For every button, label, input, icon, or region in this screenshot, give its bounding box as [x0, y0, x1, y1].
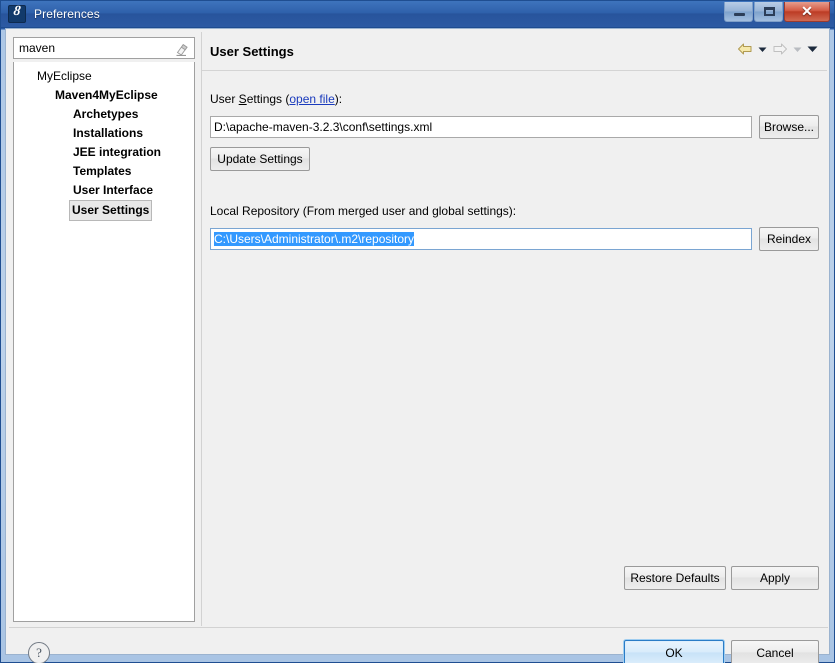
sidebar-item-label: User Settings: [69, 200, 153, 221]
preferences-dialog: Preferences ✕: [0, 0, 835, 663]
cancel-button[interactable]: Cancel: [731, 640, 819, 663]
footer-separator: [9, 627, 828, 628]
forward-arrow-icon: [771, 41, 789, 57]
sidebar-item-label: Archetypes: [73, 107, 139, 121]
window-title: Preferences: [34, 7, 100, 21]
open-file-link[interactable]: open file: [289, 92, 334, 106]
sidebar-item-label: Installations: [73, 126, 144, 140]
myeclipse-logo-icon: [8, 5, 26, 23]
minimize-icon: [734, 13, 745, 16]
maximize-button[interactable]: [754, 2, 783, 22]
sidebar-item-myeclipse[interactable]: MyEclipse: [14, 67, 194, 86]
restore-defaults-button[interactable]: Restore Defaults: [624, 566, 726, 590]
window-controls: ✕: [723, 2, 830, 25]
close-button[interactable]: ✕: [784, 2, 830, 22]
help-button[interactable]: ?: [28, 642, 50, 663]
sidebar-item-label: Maven4MyEclipse: [55, 88, 158, 102]
user-settings-label-prefix: User: [210, 92, 239, 106]
sidebar-item-label: User Interface: [73, 183, 154, 197]
sidebar-item-archetypes[interactable]: Archetypes: [14, 105, 194, 124]
filter-box[interactable]: [13, 37, 195, 59]
local-repository-value: C:\Users\Administrator\.m2\repository: [214, 232, 415, 246]
user-settings-path-input[interactable]: D:\apache-maven-3.2.3\conf\settings.xml: [210, 116, 752, 138]
user-settings-label-suffix: ):: [334, 92, 343, 106]
view-menu-chevron-down-icon[interactable]: [806, 44, 819, 54]
apply-button[interactable]: Apply: [731, 566, 819, 590]
local-repository-input[interactable]: C:\Users\Administrator\.m2\repository: [210, 228, 752, 250]
user-settings-label: User Settings (open file):: [210, 92, 342, 106]
navigation-arrows: [736, 41, 819, 57]
close-icon: ✕: [801, 3, 813, 19]
sidebar-item-label: MyEclipse: [37, 69, 92, 83]
user-settings-label-rest: ettings (: [246, 92, 290, 106]
title-bar: Preferences ✕: [1, 1, 834, 28]
sidebar-item-user-interface[interactable]: User Interface: [14, 181, 194, 200]
user-settings-label-mnemonic: S: [238, 92, 247, 106]
sidebar-item-user-settings[interactable]: User Settings: [14, 200, 194, 221]
forward-menu-chevron-down-icon: [792, 45, 803, 54]
ok-button[interactable]: OK: [624, 640, 724, 663]
title-separator: [202, 70, 827, 71]
minimize-button[interactable]: [724, 2, 753, 22]
page-title: User Settings: [210, 44, 294, 59]
sidebar-item-jee-integration[interactable]: JEE integration: [14, 143, 194, 162]
browse-button[interactable]: Browse...: [759, 115, 819, 139]
preferences-tree[interactable]: MyEclipse Maven4MyEclipse Archetypes Instal…: [13, 62, 195, 622]
update-settings-button[interactable]: Update Settings: [210, 147, 310, 171]
search-input[interactable]: [19, 41, 164, 55]
sidebar-item-templates[interactable]: Templates: [14, 162, 194, 181]
sidebar-item-label: Templates: [73, 164, 132, 178]
maximize-icon: [764, 7, 775, 16]
sidebar-item-installations[interactable]: Installations: [14, 124, 194, 143]
sidebar-item-label: JEE integration: [73, 145, 162, 159]
user-settings-page: User Settings User Settings (open file):…: [202, 32, 827, 626]
eraser-icon[interactable]: [175, 42, 189, 56]
sidebar-item-maven4myeclipse[interactable]: Maven4MyEclipse: [14, 86, 194, 105]
back-menu-chevron-down-icon[interactable]: [757, 45, 768, 54]
reindex-button[interactable]: Reindex: [759, 227, 819, 251]
dialog-client-area: MyEclipse Maven4MyEclipse Archetypes Instal…: [5, 28, 830, 663]
back-arrow-icon[interactable]: [736, 41, 754, 57]
preferences-sidebar: MyEclipse Maven4MyEclipse Archetypes Instal…: [9, 32, 199, 626]
local-repository-label: Local Repository (From merged user and g…: [210, 204, 517, 218]
